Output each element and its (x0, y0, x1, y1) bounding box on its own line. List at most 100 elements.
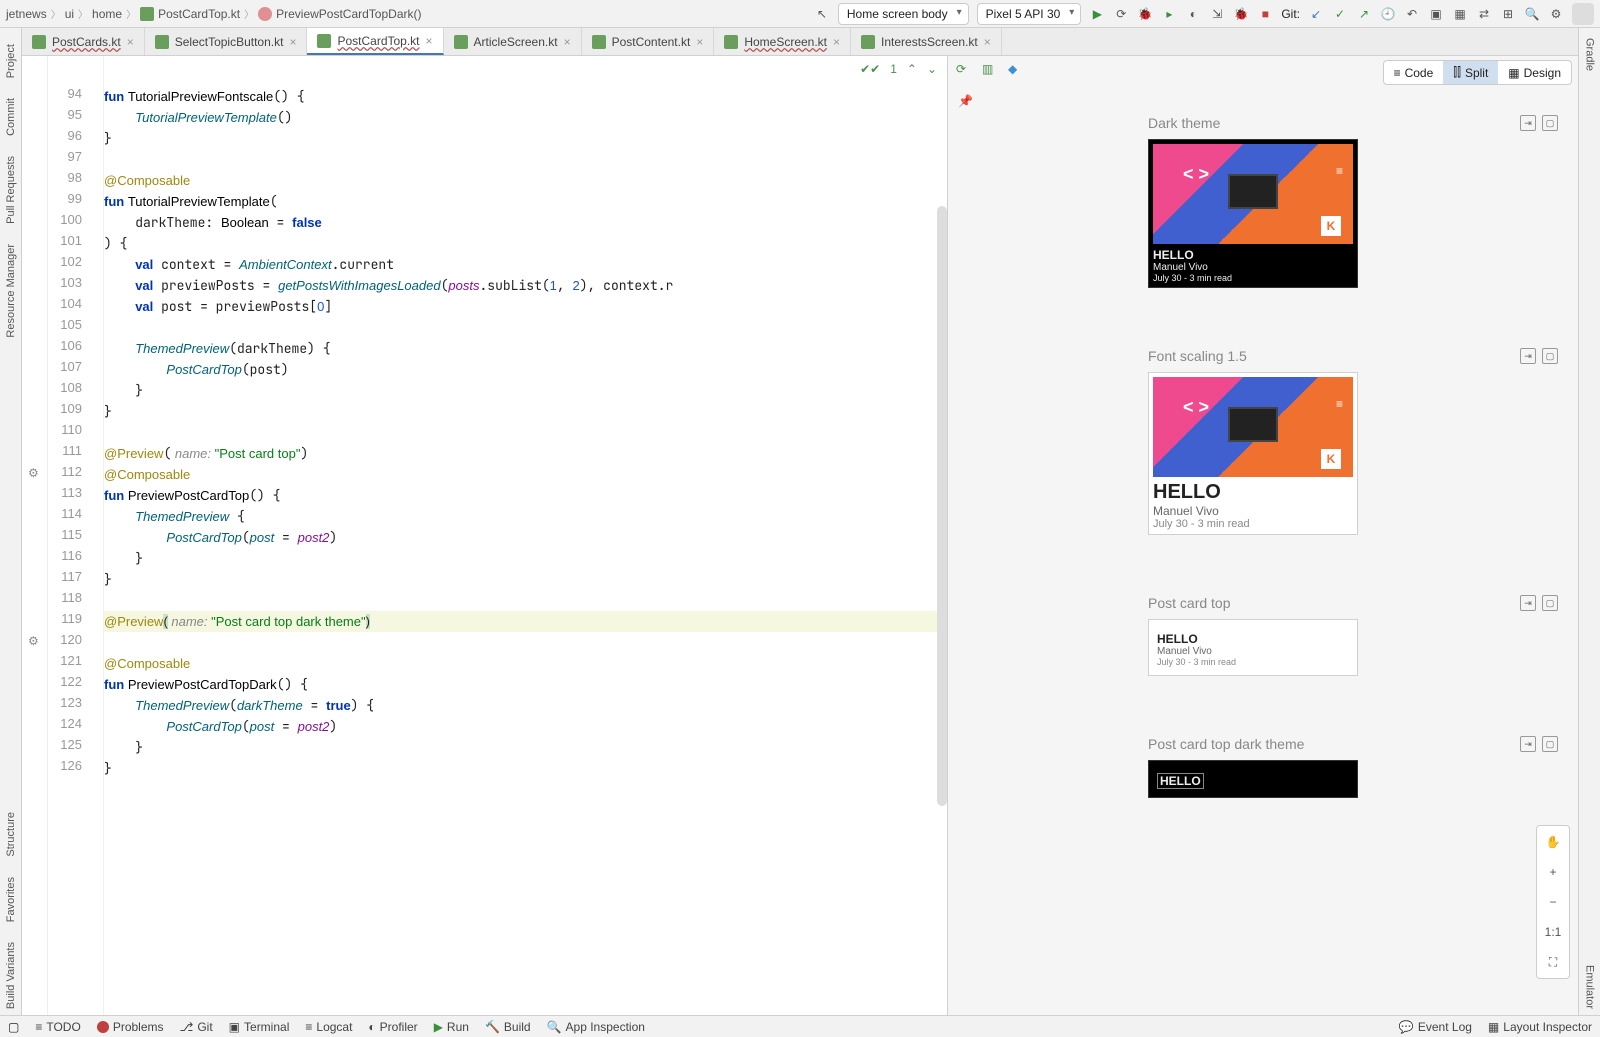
run-icon[interactable]: ▶ (1089, 6, 1105, 22)
profiler-tool[interactable]: ◐ Profiler (368, 1020, 417, 1034)
zoom-out-button[interactable]: − (1541, 890, 1565, 914)
breadcrumb-segment[interactable]: jetnews (6, 7, 47, 21)
interactive-icon[interactable]: ▢ (1542, 736, 1558, 752)
chevron-up-icon[interactable]: ⌃ (907, 62, 917, 76)
layout-icon[interactable]: ▥ (982, 62, 1000, 80)
deploy-icon[interactable]: ⇥ (1520, 115, 1536, 131)
stop-icon[interactable]: ■ (1257, 6, 1273, 22)
breadcrumb-segment[interactable]: home (92, 7, 122, 21)
vcs-commit-icon[interactable]: ✓ (1332, 6, 1348, 22)
user-avatar[interactable] (1572, 3, 1594, 25)
build-tool[interactable]: 🔨 Build (485, 1020, 531, 1034)
history-icon[interactable]: 🕘 (1380, 6, 1396, 22)
preview-scroll[interactable]: Manuel Vivo July 30 - 3 min read Dark th… (948, 56, 1578, 838)
main-content: ⚙ ⚙ 949596979899100101102103104105106107… (22, 56, 1578, 1019)
sdk-icon[interactable]: ▦ (1452, 6, 1468, 22)
interactive-icon[interactable]: ▢ (1542, 115, 1558, 131)
close-icon[interactable]: × (984, 35, 991, 49)
back-icon[interactable]: ↖ (814, 6, 830, 22)
coverage-icon[interactable]: ▸ (1161, 6, 1177, 22)
rollback-icon[interactable]: ↶ (1404, 6, 1420, 22)
pullrequests-tool[interactable]: Pull Requests (5, 156, 17, 224)
debug-icon[interactable]: 🐞 (1137, 6, 1153, 22)
build-variants-tool[interactable]: Build Variants (5, 942, 17, 1009)
close-icon[interactable]: × (833, 35, 840, 49)
device-dropdown[interactable]: Pixel 5 API 30 (977, 3, 1082, 25)
avd-icon[interactable]: ▣ (1428, 6, 1444, 22)
interactive-icon[interactable]: ▢ (1542, 595, 1558, 611)
close-icon[interactable]: × (127, 35, 134, 49)
design-view-button[interactable]: ▦ Design (1498, 61, 1571, 84)
more-run-icon[interactable]: 🐞 (1233, 6, 1249, 22)
close-icon[interactable]: × (289, 35, 296, 49)
preview-card-noimg[interactable]: HELLO Manuel Vivo July 30 - 3 min read (1148, 619, 1358, 676)
gear-icon[interactable]: ⚙ (28, 634, 42, 648)
refresh-icon[interactable]: ⟳ (956, 62, 974, 80)
code-view-button[interactable]: ≡ Code (1384, 61, 1444, 84)
run-tool[interactable]: ▶ Run (434, 1020, 469, 1034)
breadcrumb-function[interactable]: PreviewPostCardTopDark() (276, 7, 421, 21)
terminal-tool[interactable]: ▣ Terminal (229, 1020, 290, 1034)
layers-icon[interactable]: ◆ (1008, 62, 1026, 80)
close-icon[interactable]: × (564, 35, 571, 49)
settings-icon[interactable]: ⚙ (1548, 6, 1564, 22)
gradle-tool[interactable]: Gradle (1584, 38, 1596, 71)
close-icon[interactable]: × (696, 35, 703, 49)
run-config-dropdown[interactable]: Home screen body (838, 3, 969, 25)
zoom-ratio-button[interactable]: 1:1 (1541, 920, 1565, 944)
preview-card-dark-noimg[interactable]: HELLO (1148, 760, 1358, 798)
deploy-icon[interactable]: ⇥ (1520, 348, 1536, 364)
tool-window-menu-icon[interactable]: ▢ (8, 1020, 19, 1034)
breadcrumb[interactable]: jetnews〉 ui〉 home〉 PostCardTop.kt〉 Previ… (6, 6, 422, 21)
structure-tool[interactable]: Structure (5, 812, 17, 857)
deploy-icon[interactable]: ⇥ (1520, 595, 1536, 611)
emulator-tool[interactable]: Emulator (1584, 965, 1596, 1009)
layout-inspector-tool[interactable]: ▦ Layout Inspector (1488, 1020, 1592, 1034)
right-tool-rail: Gradle Emulator (1578, 28, 1600, 1019)
pan-icon[interactable]: ✋ (1541, 830, 1565, 854)
tab-interestsscreen[interactable]: InterestsScreen.kt× (851, 28, 1002, 55)
sync-icon[interactable]: ⇄ (1476, 6, 1492, 22)
left-tool-rail: Project Commit Pull Requests Resource Ma… (0, 28, 22, 1019)
todo-tool[interactable]: ≡ TODO (35, 1020, 80, 1034)
tab-selecttopic[interactable]: SelectTopicButton.kt× (145, 28, 308, 55)
zoom-fit-button[interactable]: ⛶ (1541, 950, 1565, 974)
tab-postcards[interactable]: PostCards.kt× (22, 28, 145, 55)
attach-debugger-icon[interactable]: ⇲ (1209, 6, 1225, 22)
fold-column[interactable] (90, 56, 104, 1019)
vcs-update-icon[interactable]: ↙ (1308, 6, 1324, 22)
commit-tool[interactable]: Commit (5, 98, 17, 136)
favorites-tool[interactable]: Favorites (5, 877, 17, 922)
split-view-button[interactable]: ⫿⫿ Split (1443, 61, 1498, 84)
search-icon[interactable]: 🔍 (1524, 6, 1540, 22)
app-inspection-tool[interactable]: 🔍 App Inspection (547, 1020, 645, 1034)
inspections-widget[interactable]: ✔✔ 1 ⌃ ⌄ (860, 62, 937, 76)
problems-tool[interactable]: Problems (97, 1020, 164, 1034)
structure-icon[interactable]: ⊞ (1500, 6, 1516, 22)
deploy-icon[interactable]: ⇥ (1520, 736, 1536, 752)
interactive-icon[interactable]: ▢ (1542, 348, 1558, 364)
event-log-tool[interactable]: 💬 Event Log (1399, 1020, 1472, 1034)
chevron-down-icon[interactable]: ⌄ (927, 62, 937, 76)
preview-card-dark[interactable]: < > K ≡ HELLO Manuel Vivo July 30 - 3 mi… (1148, 139, 1358, 288)
apply-changes-icon[interactable]: ⟳ (1113, 6, 1129, 22)
profiler-icon[interactable]: ◐ (1185, 6, 1201, 22)
logcat-tool[interactable]: ≡ Logcat (305, 1020, 352, 1034)
breadcrumb-segment[interactable]: ui (65, 7, 74, 21)
gear-icon[interactable]: ⚙ (28, 466, 42, 480)
code-area[interactable]: fun TutorialPreviewFontscale() { Tutoria… (104, 56, 947, 1019)
zoom-in-button[interactable]: + (1541, 860, 1565, 884)
tab-articlescreen[interactable]: ArticleScreen.kt× (444, 28, 582, 55)
git-tool[interactable]: ⎇ Git (180, 1020, 213, 1034)
breadcrumb-file[interactable]: PostCardTop.kt (158, 7, 240, 21)
vertical-scrollbar[interactable] (937, 206, 947, 806)
preview-card-scaled[interactable]: < > K ≡ HELLO Manuel Vivo July 30 - 3 mi… (1148, 372, 1358, 535)
vcs-push-icon[interactable]: ↗ (1356, 6, 1372, 22)
tab-postcardtop[interactable]: PostCardTop.kt× (307, 28, 443, 55)
resource-manager-tool[interactable]: Resource Manager (5, 244, 17, 338)
project-tool[interactable]: Project (5, 44, 17, 78)
tab-homescreen[interactable]: HomeScreen.kt× (714, 28, 851, 55)
tab-postcontent[interactable]: PostContent.kt× (582, 28, 715, 55)
close-icon[interactable]: × (426, 34, 433, 48)
code-editor[interactable]: ⚙ ⚙ 949596979899100101102103104105106107… (22, 56, 948, 1019)
